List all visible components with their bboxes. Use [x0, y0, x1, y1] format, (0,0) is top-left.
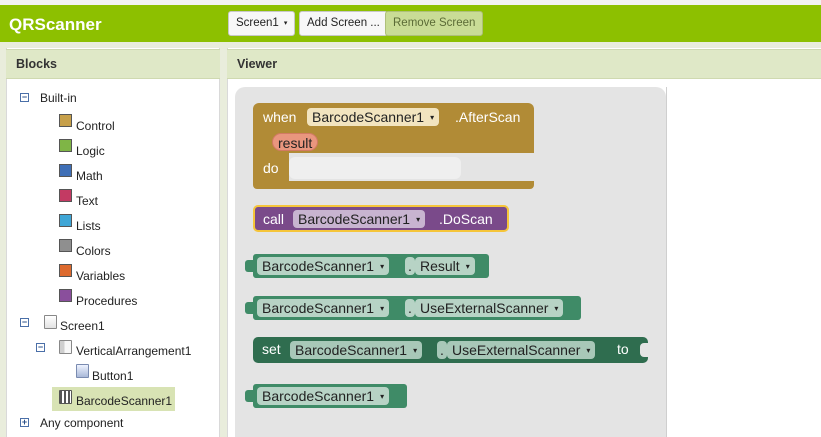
event-block-footer	[253, 181, 534, 189]
getter-block-result[interactable]: BarcodeScanner1 ▾ . Result ▾	[245, 254, 489, 278]
category-swatch-icon	[59, 114, 72, 127]
tree-any-component[interactable]: Any component	[40, 413, 123, 433]
call-label: call	[263, 211, 285, 227]
category-swatch-icon	[59, 264, 72, 277]
getter-component-label: BarcodeScanner1	[262, 300, 375, 316]
category-swatch-icon	[59, 139, 72, 152]
tree-builtin-procedures[interactable]: Procedures	[76, 291, 137, 311]
app-title: QRScanner	[9, 15, 102, 34]
chevron-down-icon: ▾	[413, 346, 418, 355]
setter-property-dropdown[interactable]: UseExternalScanner ▾	[447, 341, 596, 359]
chevron-down-icon: ▾	[465, 262, 470, 271]
arrangement-icon	[59, 340, 72, 354]
tree-screen1[interactable]: Screen1	[60, 316, 105, 336]
do-socket-slot	[289, 157, 461, 179]
getter-component-dropdown[interactable]: BarcodeScanner1 ▾	[257, 257, 390, 275]
getter-dot: .	[405, 257, 415, 275]
screen-icon	[44, 315, 57, 329]
getter-block-use-external[interactable]: BarcodeScanner1 ▾ . UseExternalScanner ▾	[245, 296, 581, 320]
viewer-header: Viewer	[227, 49, 821, 79]
barcode-scanner-icon	[59, 390, 72, 404]
chevron-down-icon: ▾	[430, 113, 435, 122]
getter-plug	[245, 302, 253, 314]
tree-builtin-control[interactable]: Control	[76, 116, 115, 136]
call-component-label: BarcodeScanner1	[298, 211, 411, 227]
add-screen-button[interactable]: Add Screen ...	[299, 11, 388, 36]
setter-property-label: UseExternalScanner	[452, 342, 581, 358]
call-component-dropdown[interactable]: BarcodeScanner1 ▾	[293, 210, 426, 228]
result-parameter[interactable]: result	[272, 133, 319, 151]
tree-barcode-scanner1[interactable]: BarcodeScanner1	[76, 391, 172, 411]
tree-builtin[interactable]: Built-in	[40, 88, 77, 108]
chevron-down-icon: ▾	[380, 304, 385, 313]
setter-dot: .	[437, 341, 447, 359]
top-bar: QRScanner Screen1 ▾ Add Screen ... Remove…	[0, 0, 821, 42]
expand-icon[interactable]: +	[20, 418, 29, 427]
top-stripe	[0, 0, 821, 5]
blocks-header: Blocks	[6, 49, 220, 79]
remove-screen-button[interactable]: Remove Screen	[385, 11, 484, 36]
set-label: set	[262, 341, 281, 357]
component-block-barcode-scanner[interactable]: BarcodeScanner1 ▾	[245, 384, 407, 408]
component-plug	[245, 390, 253, 402]
setter-component-dropdown[interactable]: BarcodeScanner1 ▾	[290, 341, 423, 359]
tree-builtin-lists[interactable]: Lists	[76, 216, 101, 236]
chevron-down-icon: ▾	[554, 304, 559, 313]
when-label: when	[263, 109, 297, 125]
collapse-icon[interactable]: −	[20, 93, 29, 102]
chevron-down-icon: ▾	[380, 392, 385, 401]
getter-component-label: BarcodeScanner1	[262, 258, 375, 274]
category-swatch-icon	[59, 214, 72, 227]
event-component-dropdown[interactable]: BarcodeScanner1 ▾	[307, 108, 440, 126]
to-label: to	[617, 341, 629, 357]
chevron-down-icon: ▾	[586, 346, 591, 355]
event-name-label: .AfterScan	[455, 109, 521, 125]
tree-builtin-math[interactable]: Math	[76, 166, 103, 186]
tree-builtin-text[interactable]: Text	[76, 191, 98, 211]
category-swatch-icon	[59, 289, 72, 302]
collapse-icon[interactable]: −	[36, 343, 45, 352]
setter-input-socket[interactable]	[640, 343, 648, 357]
panel-gutter-mid	[220, 42, 227, 437]
collapse-icon[interactable]: −	[20, 318, 29, 327]
chevron-down-icon: ▾	[380, 262, 385, 271]
tree-builtin-logic[interactable]: Logic	[76, 141, 105, 161]
screen-select[interactable]: Screen1 ▾	[228, 11, 296, 36]
tree-button1[interactable]: Button1	[92, 366, 133, 386]
call-method-label: .DoScan	[439, 211, 493, 227]
screen-select-label: Screen1	[236, 17, 279, 29]
getter-property-label: UseExternalScanner	[420, 300, 549, 316]
call-block-doscan[interactable]: call BarcodeScanner1 ▾ .DoScan	[253, 205, 509, 232]
setter-component-label: BarcodeScanner1	[295, 342, 408, 358]
chevron-down-icon: ▾	[283, 20, 288, 27]
category-swatch-icon	[59, 239, 72, 252]
tree-builtin-variables[interactable]: Variables	[76, 266, 125, 286]
category-swatch-icon	[59, 189, 72, 202]
category-swatch-icon	[59, 164, 72, 177]
do-label: do	[263, 160, 279, 176]
getter-property-label: Result	[420, 258, 460, 274]
tree-builtin-colors[interactable]: Colors	[76, 241, 111, 261]
getter-dot: .	[405, 299, 415, 317]
workspace-blank-area	[666, 87, 821, 437]
getter-property-dropdown[interactable]: Result ▾	[415, 257, 475, 275]
getter-plug	[245, 260, 253, 272]
tree-vertical-arrangement[interactable]: VerticalArrangement1	[76, 341, 191, 361]
event-component-label: BarcodeScanner1	[312, 109, 425, 125]
chevron-down-icon: ▾	[416, 215, 421, 224]
getter-component-dropdown[interactable]: BarcodeScanner1 ▾	[257, 299, 390, 317]
button-icon	[76, 364, 89, 378]
event-block-after-scan[interactable]: when BarcodeScanner1 ▾ .AfterScan result …	[253, 103, 534, 189]
getter-property-dropdown[interactable]: UseExternalScanner ▾	[415, 299, 564, 317]
component-dropdown[interactable]: BarcodeScanner1 ▾	[257, 387, 390, 405]
setter-block-use-external[interactable]: set BarcodeScanner1 ▾ . UseExternalScanne…	[253, 337, 648, 363]
component-label: BarcodeScanner1	[262, 388, 375, 404]
